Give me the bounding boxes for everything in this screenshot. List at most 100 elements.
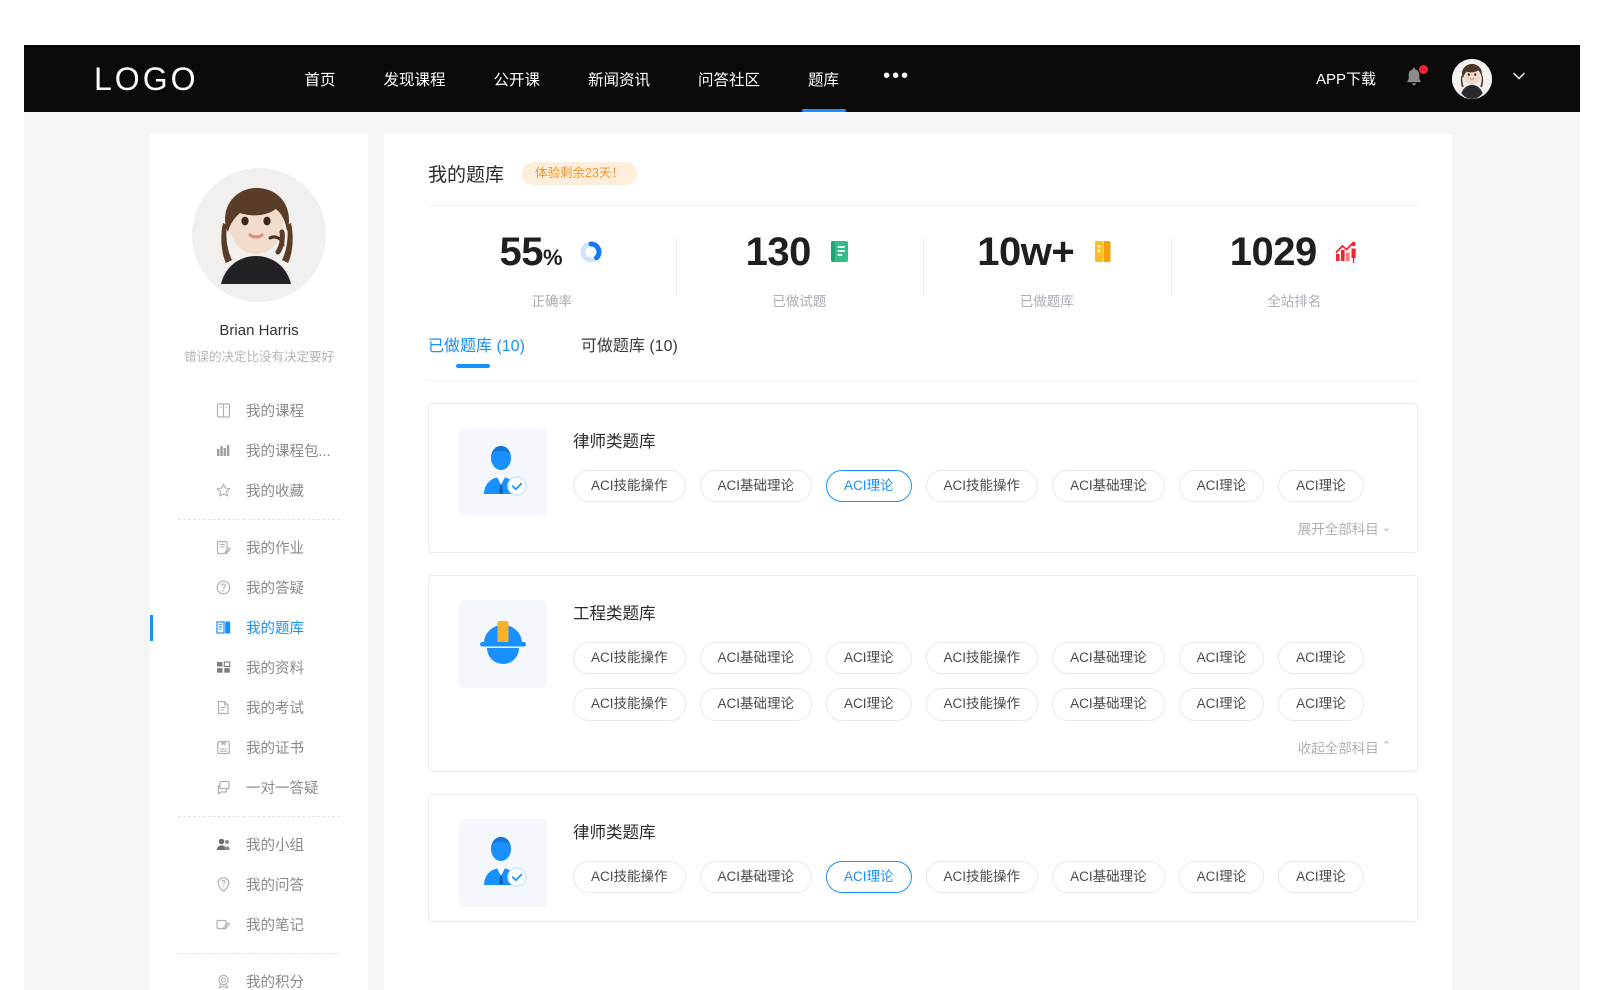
stat-questions-done: 130 已做试题	[676, 232, 924, 310]
collapse-all-subjects-button[interactable]: 收起全部科目 ⌃	[1298, 737, 1391, 757]
sidebar-item-my-courses[interactable]: 我的课程	[178, 391, 340, 431]
collapse-label: 收起全部科目	[1298, 737, 1379, 757]
donut-chart-icon	[578, 238, 604, 266]
stat-value-row: 130	[746, 232, 853, 272]
subject-tag[interactable]: ACI技能操作	[926, 861, 1039, 893]
subject-tag[interactable]: ACI理论	[826, 642, 912, 674]
sidebar-item-my-qa[interactable]: 我的答疑	[178, 568, 340, 608]
tab-label: 已做题库 (10)	[428, 338, 525, 355]
homework-icon	[214, 539, 232, 557]
subject-tag[interactable]: ACI技能操作	[573, 861, 686, 893]
subject-tag-row: ACI技能操作 ACI基础理论 ACI理论 ACI技能操作 ACI基础理论 AC…	[573, 642, 1391, 674]
sidebar-group-2: 我的作业 我的答疑	[150, 528, 368, 808]
expand-all-subjects-button[interactable]: 展开全部科目 ⌄	[1298, 518, 1391, 538]
subject-tag[interactable]: ACI技能操作	[926, 688, 1039, 720]
subject-tag[interactable]: ACI基础理论	[700, 861, 813, 893]
stat-value: 130	[746, 232, 811, 272]
site-logo[interactable]: LOGO	[94, 63, 198, 95]
nav-item-question-bank[interactable]: 题库	[784, 45, 863, 112]
primary-nav: 首页 发现课程 公开课 新闻资讯 问答社区	[280, 45, 930, 112]
subject-tag[interactable]: ACI基础理论	[1052, 861, 1165, 893]
app-download-link[interactable]: APP下载	[1316, 68, 1376, 89]
subject-tag-selected[interactable]: ACI理论	[826, 470, 912, 502]
subject-tag[interactable]: ACI技能操作	[573, 642, 686, 674]
sidebar-item-my-group[interactable]: 我的小组	[178, 825, 340, 865]
nav-label: 问答社区	[698, 68, 760, 90]
sidebar-item-label: 一对一答疑	[246, 777, 319, 798]
subject-tag[interactable]: ACI技能操作	[926, 470, 1039, 502]
nav-label: 发现课程	[383, 68, 445, 90]
expand-row: 展开全部科目 ⌄	[573, 516, 1391, 538]
sidebar-item-my-points[interactable]: 我的积分	[178, 962, 340, 990]
nav-label: 首页	[304, 68, 335, 90]
nav-item-open-class[interactable]: 公开课	[470, 45, 565, 112]
nav-item-qa-community[interactable]: 问答社区	[674, 45, 784, 112]
subject-tag[interactable]: ACI理论	[1179, 642, 1265, 674]
question-circle-icon	[214, 579, 232, 597]
subject-tag[interactable]: ACI理论	[826, 688, 912, 720]
stat-value-row: 1029	[1230, 232, 1359, 272]
user-avatar-icon	[1452, 59, 1492, 99]
sidebar-item-one-on-one-qa[interactable]: 一对一答疑	[178, 768, 340, 808]
green-book-icon	[827, 238, 853, 266]
subject-tag[interactable]: ACI技能操作	[926, 642, 1039, 674]
subject-tag[interactable]: ACI基础理论	[1052, 642, 1165, 674]
subject-tag[interactable]: ACI技能操作	[573, 470, 686, 502]
subject-tag[interactable]: ACI理论	[1179, 470, 1265, 502]
subject-tag[interactable]: ACI理论	[1179, 861, 1265, 893]
nav-item-discover-courses[interactable]: 发现课程	[359, 45, 469, 112]
subject-tag[interactable]: ACI基础理论	[1052, 470, 1165, 502]
qbank-title: 律师类题库	[573, 428, 1391, 452]
stat-value: 1029	[1230, 232, 1317, 272]
subject-tag[interactable]: ACI基础理论	[700, 688, 813, 720]
nav-item-home[interactable]: 首页	[280, 45, 359, 112]
sidebar-item-my-notes[interactable]: 我的笔记	[178, 905, 340, 945]
question-bank-card[interactable]: 律师类题库 ACI技能操作 ACI基础理论 ACI理论 ACI技能操作 ACI基…	[428, 794, 1418, 922]
qbank-body: 工程类题库 ACI技能操作 ACI基础理论 ACI理论 ACI技能操作 ACI基…	[573, 600, 1391, 756]
sidebar-item-my-question-bank[interactable]: 我的题库	[178, 608, 340, 648]
stat-label: 正确率	[532, 290, 573, 310]
subject-tag[interactable]: ACI理论	[1278, 470, 1364, 502]
content-tabs: 已做题库 (10) 可做题库 (10)	[428, 332, 1418, 381]
chevron-down-icon: ⌄	[1382, 523, 1391, 534]
question-bank-card[interactable]: 律师类题库 ACI技能操作 ACI基础理论 ACI理论 ACI技能操作 ACI基…	[428, 403, 1418, 553]
stat-label: 已做试题	[772, 290, 826, 310]
tab-completed-banks[interactable]: 已做题库 (10)	[428, 332, 525, 368]
tab-available-banks[interactable]: 可做题库 (10)	[581, 332, 678, 368]
sidebar-item-my-homework[interactable]: 我的作业	[178, 528, 340, 568]
profile-name: Brian Harris	[168, 322, 350, 339]
account-dropdown-button[interactable]	[1510, 67, 1528, 90]
stat-value-row: 55%	[499, 232, 604, 272]
sidebar-item-my-course-packages[interactable]: 我的课程包...	[178, 431, 340, 471]
subject-tag-selected[interactable]: ACI理论	[826, 861, 912, 893]
subject-tag[interactable]: ACI理论	[1179, 688, 1265, 720]
avatar[interactable]	[1452, 59, 1492, 99]
profile-avatar[interactable]	[192, 168, 326, 302]
sidebar-item-my-certificates[interactable]: 我的证书	[178, 728, 340, 768]
sidebar-item-my-questions[interactable]: 我的问答	[178, 865, 340, 905]
sidebar-item-label: 我的题库	[246, 617, 304, 638]
subject-tag[interactable]: ACI基础理论	[700, 470, 813, 502]
sidebar-item-my-favorites[interactable]: 我的收藏	[178, 471, 340, 511]
qa-icon	[214, 876, 232, 894]
sidebar-item-my-materials[interactable]: 我的资料	[178, 648, 340, 688]
subject-tag[interactable]: ACI基础理论	[700, 642, 813, 674]
subject-tag[interactable]: ACI理论	[1278, 861, 1364, 893]
question-bank-card[interactable]: 工程类题库 ACI技能操作 ACI基础理论 ACI理论 ACI技能操作 ACI基…	[428, 575, 1418, 771]
nav-item-news[interactable]: 新闻资讯	[564, 45, 674, 112]
subject-tag[interactable]: ACI理论	[1278, 688, 1364, 720]
sidebar-item-my-exams[interactable]: 我的考试	[178, 688, 340, 728]
sidebar-group-3: 我的小组 我的问答	[150, 825, 368, 945]
stats-row: 55% 正确率 130	[428, 206, 1418, 332]
subject-tag[interactable]: ACI技能操作	[573, 688, 686, 720]
nav-more-icon[interactable]: •••	[863, 66, 930, 86]
chat-icon	[214, 779, 232, 797]
stat-banks-done: 10w+ 已做题库	[923, 232, 1171, 310]
subject-tag[interactable]: ACI基础理论	[1052, 688, 1165, 720]
nav-label: 公开课	[494, 68, 541, 90]
subject-tag[interactable]: ACI理论	[1278, 642, 1364, 674]
notification-bell-button[interactable]	[1402, 66, 1426, 92]
page-body: Brian Harris 错误的决定比没有决定要好 我的课程	[24, 112, 1580, 990]
bars-icon	[214, 442, 232, 460]
group-icon	[214, 836, 232, 854]
